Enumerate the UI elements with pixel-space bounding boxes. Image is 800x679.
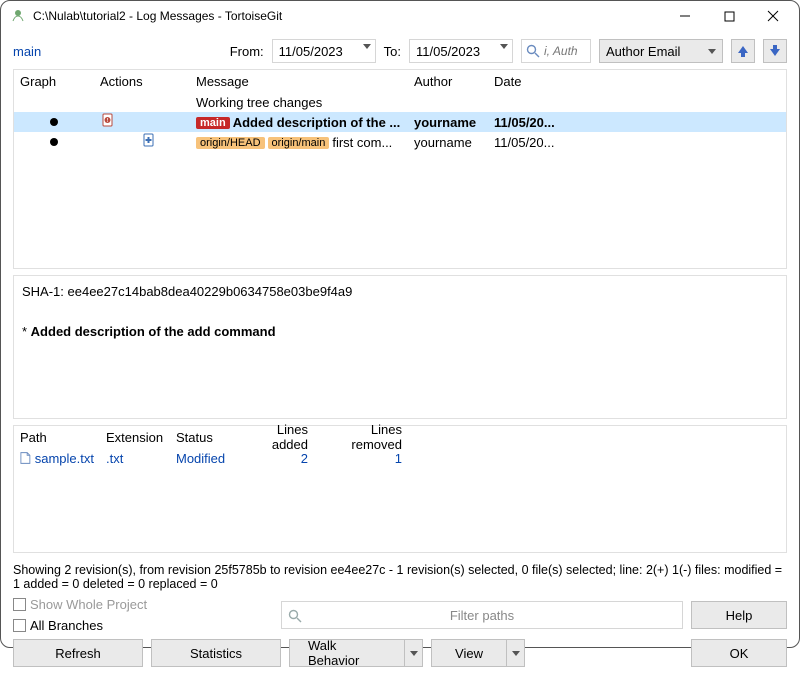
walk-behavior-dropdown[interactable] [405,639,423,667]
col-extension[interactable]: Extension [100,430,170,445]
all-branches-checkbox[interactable]: All Branches [13,618,273,633]
col-message[interactable]: Message [190,74,408,89]
file-icon [20,451,31,465]
window-title: C:\Nulab\tutorial2 - Log Messages - Tort… [33,9,663,23]
branch-link[interactable]: main [13,44,41,59]
branch-tag-origin-main: origin/main [268,137,330,149]
added-icon [141,133,157,149]
checkbox-icon [13,598,26,611]
log-grid[interactable]: Graph Actions Message Author Date Workin… [13,69,787,269]
file-row[interactable]: sample.txt .txt Modified 2 1 [14,448,786,468]
col-status[interactable]: Status [170,430,236,445]
search-icon [526,44,540,58]
maximize-button[interactable] [707,1,751,31]
col-author[interactable]: Author [408,74,488,89]
col-lines-added[interactable]: Lines added [236,422,314,452]
minimize-button[interactable] [663,1,707,31]
chevron-down-icon [708,49,716,54]
files-pane[interactable]: Path Extension Status Lines added Lines … [13,425,787,553]
checkbox-icon [13,619,26,632]
refresh-button[interactable]: Refresh [13,639,143,667]
commit-message: Added description of the add command [31,324,276,339]
col-date[interactable]: Date [488,74,568,89]
to-label: To: [384,44,401,59]
commit-detail-pane[interactable]: SHA-1: ee4ee27c14bab8dea40229b0634758e03… [13,275,787,419]
help-button[interactable]: Help [691,601,787,629]
move-down-button[interactable] [763,39,787,63]
author-search-input[interactable]: i, Auth [521,39,591,63]
branch-tag-origin-head: origin/HEAD [196,137,265,149]
search-icon [288,609,302,623]
close-button[interactable] [751,1,795,31]
col-path[interactable]: Path [14,430,100,445]
graph-node-icon [50,138,58,146]
walk-behavior-splitbutton[interactable]: Walk Behavior [289,639,423,667]
branch-tag-main: main [196,117,230,129]
app-icon [9,7,27,25]
chevron-down-icon [363,44,371,49]
move-up-button[interactable] [731,39,755,63]
log-row[interactable]: origin/HEADorigin/mainfirst com... yourn… [14,132,786,152]
log-header-row: Graph Actions Message Author Date [14,70,786,92]
col-lines-removed[interactable]: Lines removed [314,422,408,452]
titlebar[interactable]: C:\Nulab\tutorial2 - Log Messages - Tort… [1,1,799,31]
to-date-input[interactable]: 11/05/2023 [409,39,513,63]
chevron-down-icon [410,651,418,656]
view-splitbutton[interactable]: View [431,639,525,667]
col-actions[interactable]: Actions [94,74,190,89]
author-email-dropdown[interactable]: Author Email [599,39,723,63]
col-graph[interactable]: Graph [14,74,94,89]
view-dropdown[interactable] [507,639,525,667]
from-label: From: [230,44,264,59]
chevron-down-icon [512,651,520,656]
status-line: Showing 2 revision(s), from revision 25f… [13,559,787,591]
modified-icon: ! [100,113,116,129]
chevron-down-icon [500,44,508,49]
sha-value: ee4ee27c14bab8dea40229b0634758e03be9f4a9 [68,284,353,299]
working-tree-row[interactable]: Working tree changes [14,92,786,112]
from-date-input[interactable]: 11/05/2023 [272,39,376,63]
ok-button[interactable]: OK [691,639,787,667]
show-whole-project-checkbox[interactable]: Show Whole Project [13,597,273,612]
graph-node-icon [50,118,58,126]
files-header-row: Path Extension Status Lines added Lines … [14,426,786,448]
log-row-selected[interactable]: ! mainAdded description of the ... yourn… [14,112,786,132]
filter-paths-input[interactable]: Filter paths [281,601,683,629]
statistics-button[interactable]: Statistics [151,639,281,667]
